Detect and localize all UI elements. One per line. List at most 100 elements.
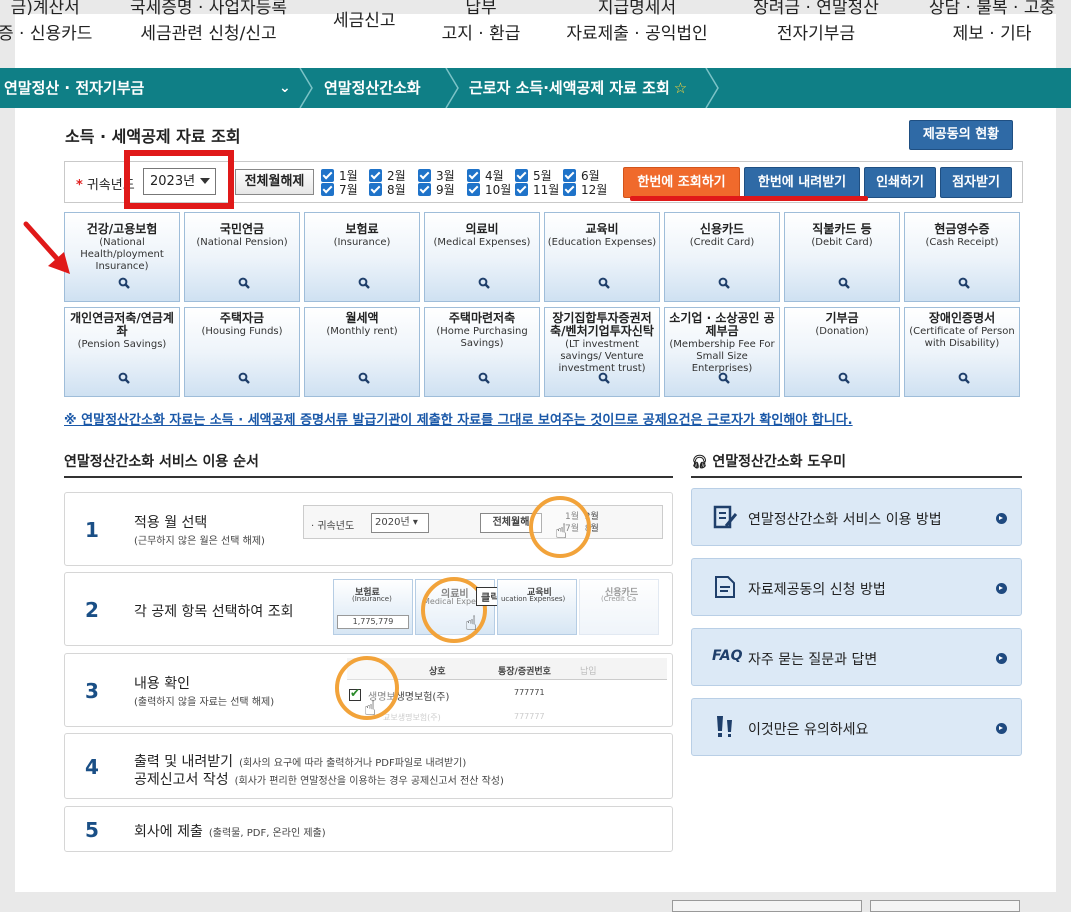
help-usage-guide[interactable]: 연말정산간소화 서비스 이용 방법 [691,488,1022,546]
checkbox-checked-icon [515,183,528,196]
category-tile-donation[interactable]: 기부금 (Donation) [784,307,900,397]
notice-link[interactable]: ※ 연말정산간소화 자료는 소득 · 세액공제 증명서류 발급기관이 제출한 자… [64,409,853,428]
month-checkbox-12[interactable]: 12월 [563,183,607,197]
month-checkbox-5[interactable]: 5월 [515,169,552,183]
menu-payment[interactable]: 납부 고지 · 환급 [441,0,521,47]
month-checkbox-7[interactable]: 7월 [321,183,358,197]
category-tile-disability-certificate[interactable]: 장애인증명서 (Certificate of Person with Disabi… [904,307,1020,397]
month-checkbox-8[interactable]: 8월 [369,183,406,197]
illus-year-select: 2020년 ▾ [371,513,429,533]
month-checkbox-11[interactable]: 11월 [515,183,559,197]
step-1: 1 적용 월 선택 (근무하지 않은 월은 선택 해제) · 귀속년도 2020… [64,492,673,566]
checkbox-checked-icon [563,169,576,182]
breadcrumb-level1[interactable]: 연말정산 · 전자기부금 [4,68,144,108]
category-tile-monthly-rent[interactable]: 월세액 (Monthly rent) [304,307,420,397]
menu-einvoice[interactable]: 금)계산서 증 · 신용카드 [0,0,92,47]
clear-all-months-button[interactable]: 전체월해제 [235,169,314,195]
breadcrumb-separator-icon [298,67,314,109]
checkbox-checked-icon [418,169,431,182]
breadcrumb-level2[interactable]: 연말정산간소화 [324,68,421,108]
footer-tab[interactable] [672,900,862,912]
category-sublabel: (Medical Expenses) [433,237,531,248]
illus-row-account: 777777 [514,712,545,721]
step-number: 2 [85,598,99,622]
step-number: 5 [85,818,99,842]
query-all-button[interactable]: 한번에 조회하기 [623,167,740,198]
category-tile-credit-card[interactable]: 신용카드 (Credit Card) [664,212,780,302]
search-icon [238,277,250,289]
guide-icon [713,505,738,529]
month-checkbox-10[interactable]: 10월 [467,183,511,197]
breadcrumb: 연말정산 · 전자기부금 ⌄ 연말정산간소화 근로자 소득·세액공제 자료 조회… [0,67,1071,109]
illus-row-account: 777771 [514,688,545,697]
category-sublabel: (Cash Receipt) [925,237,999,248]
month-checkbox-2[interactable]: 2월 [369,169,406,183]
category-tile-small-business-fund[interactable]: 소기업 · 소상공인 공제부금 (Membership Fee For Small… [664,307,780,397]
category-tile-pension-savings[interactable]: 개인연금저축/연금계좌 (Pension Savings) [64,307,180,397]
search-icon [958,277,970,289]
category-tile-cash-receipt[interactable]: 현금영수증 (Cash Receipt) [904,212,1020,302]
category-sublabel: (Pension Savings) [77,339,167,350]
search-icon [478,372,490,384]
help-faq[interactable]: FAQ 자주 묻는 질문과 답변 [691,628,1022,686]
month-checkbox-1[interactable]: 1월 [321,169,358,183]
category-label: 장기집합투자증권저축/벤처기업투자신탁 [550,311,654,338]
menu-consult[interactable]: 상담 · 불복 · 고충 제보 · 기타 [922,0,1062,47]
illus-year-label: · 귀속년도 [311,521,355,532]
category-tile-housing-funds[interactable]: 주택자금 (Housing Funds) [184,307,300,397]
exclamation-icon [717,716,732,737]
category-label: 소기업 · 소상공인 공제부금 [669,311,775,338]
print-button[interactable]: 인쇄하기 [864,167,936,198]
month-checkbox-6[interactable]: 6월 [563,169,600,183]
category-sublabel: (Insurance) [333,237,391,248]
month-checkbox-4[interactable]: 4월 [467,169,504,183]
category-label: 현금영수증 [934,222,990,236]
category-tile-medical-expenses[interactable]: 의료비 (Medical Expenses) [424,212,540,302]
search-icon [958,372,970,384]
category-label: 장애인증명서 [928,311,996,325]
checkbox-checked-icon [321,183,334,196]
menu-year-end[interactable]: 장려금 · 연말정산 전자기부금 [752,0,880,47]
menu-certificates[interactable]: 국세증명 · 사업자등록 세금관련 신청/신고 [130,0,287,47]
menu-statements[interactable]: 지급명세서 자료제출 · 공익법인 [566,0,708,47]
step-4: 4 출력 및 내려받기 (회사의 요구에 따라 출력하거나 PDF파일로 내려받기… [64,733,673,799]
search-icon [118,277,130,289]
category-label: 의료비 [465,222,499,236]
checkbox-checked-icon [418,183,431,196]
braille-button[interactable]: 점자받기 [940,167,1012,198]
month-checkbox-3[interactable]: 3월 [418,169,455,183]
search-icon [718,372,730,384]
breadcrumb-separator-icon [704,67,720,109]
help-label: 자료제공동의 신청 방법 [748,582,886,598]
category-sublabel: (Housing Funds) [201,326,283,337]
illus-col-name: 상호 [429,667,446,677]
favorite-star-icon[interactable]: ☆ [674,79,687,97]
category-tile-lt-investment-savings[interactable]: 장기집합투자증권저축/벤처기업투자신탁 (LT investment saving… [544,307,660,397]
help-consent-application[interactable]: 자료제공동의 신청 방법 [691,558,1022,616]
search-icon [358,372,370,384]
footer-tab[interactable] [870,900,1020,912]
illus-tile-sub: (Insurance) [352,595,392,603]
category-tile-home-purchasing-savings[interactable]: 주택마련저축 (Home Purchasing Savings) [424,307,540,397]
category-tile-health-employment-insurance[interactable]: 건강/고용보험 (National Health/ployment Insuran… [64,212,180,302]
step-title: 회사에 제출 (출력물, PDF, 온라인 제출) [134,824,326,840]
illus-col-account: 통장/증권번호 [498,667,551,677]
chevron-down-icon[interactable]: ⌄ [279,68,291,108]
month-checkbox-9[interactable]: 9월 [418,183,455,197]
top-menu: 금)계산서 증 · 신용카드 국세증명 · 사업자등록 세금관련 신청/신고 세금신… [0,0,1071,62]
step-5: 5 회사에 제출 (출력물, PDF, 온라인 제출) [64,806,673,852]
category-tile-insurance[interactable]: 보험료 (Insurance) [304,212,420,302]
category-label: 건강/고용보험 [86,222,158,236]
consent-status-button[interactable]: 제공동의 현황 [909,120,1013,150]
category-label: 보험료 [345,222,379,236]
category-tile-debit-card[interactable]: 직불카드 등 (Debit Card) [784,212,900,302]
category-label: 개인연금저축/연금계좌 [70,311,174,338]
category-tile-education-expenses[interactable]: 교육비 (Education Expenses) [544,212,660,302]
menu-tax-filing[interactable]: 세금신고 [333,8,396,34]
category-tile-national-pension[interactable]: 국민연금 (National Pension) [184,212,300,302]
checkbox-checked-icon [515,169,528,182]
help-cautions[interactable]: 이것만은 유의하세요 [691,698,1022,756]
category-label: 월세액 [345,311,379,325]
search-icon [358,277,370,289]
download-all-button[interactable]: 한번에 내려받기 [744,167,860,198]
